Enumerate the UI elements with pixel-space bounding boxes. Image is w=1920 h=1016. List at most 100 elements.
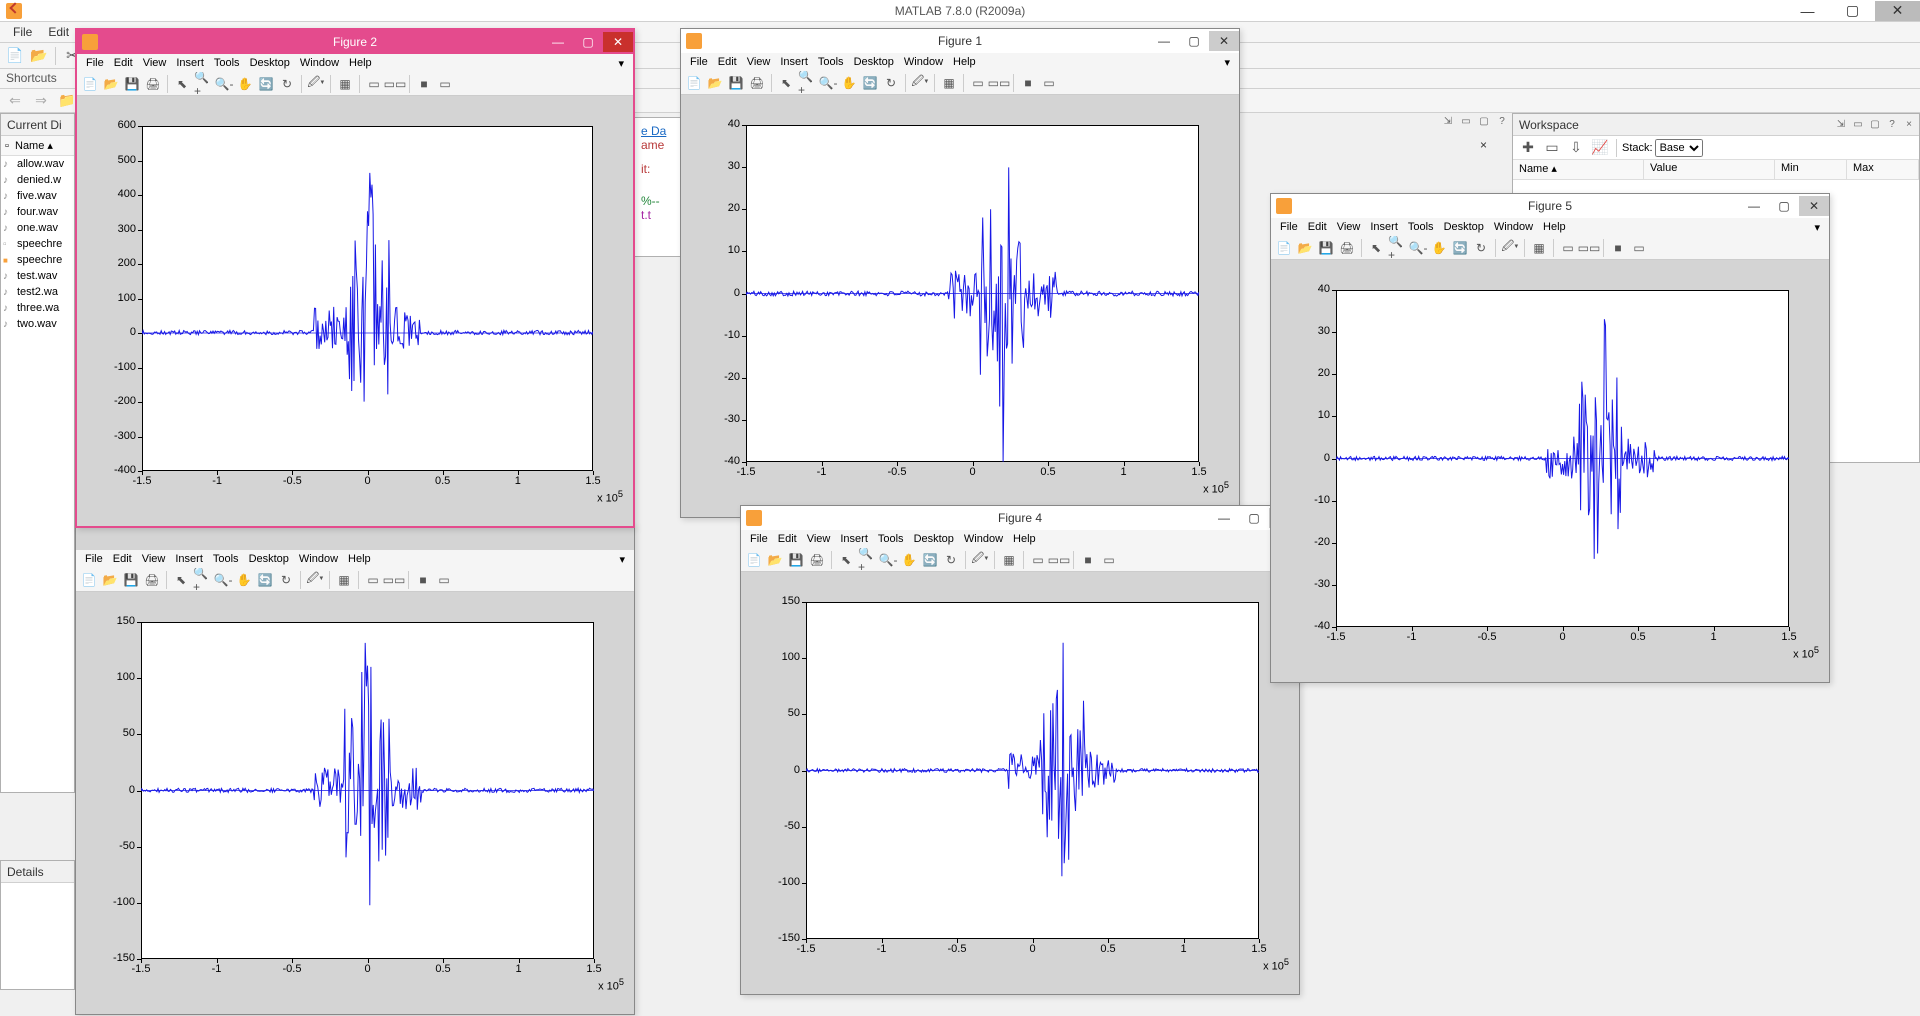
menu-desktop[interactable]: Desktop <box>244 553 294 565</box>
menu-desktop[interactable]: Desktop <box>909 533 959 545</box>
minimize-button[interactable]: — <box>1149 31 1179 51</box>
file-row[interactable]: test2.wa <box>1 284 74 300</box>
figure-3-window[interactable]: FileEditViewInsertToolsDesktopWindowHelp… <box>75 525 635 1015</box>
toolbar-icon[interactable]: ▦ <box>334 570 354 590</box>
minimize-button[interactable]: — <box>543 32 573 52</box>
help-panel-icon[interactable]: ? <box>1494 114 1510 128</box>
toolbar-icon[interactable]: 📄 <box>79 570 99 590</box>
toolbar-icon[interactable]: 📄 <box>684 73 704 93</box>
maximize-button[interactable]: ▢ <box>1239 508 1269 528</box>
file-row[interactable]: two.wav <box>1 316 74 332</box>
toolbar-icon[interactable]: ▭▭ <box>384 570 404 590</box>
menu-window[interactable]: Window <box>899 56 948 68</box>
menu-window[interactable]: Window <box>1489 221 1538 233</box>
toolbar-icon[interactable]: ⬉ <box>171 570 191 590</box>
file-column-header[interactable]: ▫Name ▴ <box>1 136 74 156</box>
toolbar-icon[interactable]: ⬉ <box>776 73 796 93</box>
menu-file[interactable]: File <box>745 533 773 545</box>
file-row[interactable]: five.wav <box>1 188 74 204</box>
toolbar-icon[interactable]: 🔍- <box>878 550 898 570</box>
open-icon[interactable]: 📂 <box>28 45 50 67</box>
maximize-button[interactable]: ▢ <box>1769 196 1799 216</box>
col-name[interactable]: Name ▴ <box>1513 160 1644 179</box>
menu-window[interactable]: Window <box>294 553 343 565</box>
col-value[interactable]: Value <box>1644 160 1775 179</box>
menu-tools[interactable]: Tools <box>873 533 909 545</box>
toolbar-icon[interactable]: 💾 <box>726 73 746 93</box>
toolbar-icon[interactable]: ✋ <box>235 74 255 94</box>
menu-help[interactable]: Help <box>1008 533 1041 545</box>
maximize-button[interactable]: ▢ <box>1179 31 1209 51</box>
toolbar-icon[interactable]: 💾 <box>121 570 141 590</box>
maximize-icon[interactable]: ▢ <box>1867 118 1883 132</box>
toolbar-icon[interactable]: ■ <box>1608 238 1628 258</box>
menu-file[interactable]: File <box>80 553 108 565</box>
menu-tools[interactable]: Tools <box>209 57 245 69</box>
minimize-button[interactable]: — <box>1785 1 1830 21</box>
dock-icon[interactable]: ▭ <box>1850 118 1866 132</box>
toolbar-icon[interactable]: 🖨 <box>747 73 767 93</box>
menu-insert[interactable]: Insert <box>775 56 813 68</box>
close-button[interactable]: ✕ <box>603 32 633 52</box>
toolbar-icon[interactable]: ▦ <box>335 74 355 94</box>
toolbar-icon[interactable]: ▭ <box>1039 73 1059 93</box>
menu-edit[interactable]: Edit <box>108 553 137 565</box>
menu-edit[interactable]: Edit <box>40 25 77 39</box>
toolbar-icon[interactable]: ▭▭ <box>1049 550 1069 570</box>
menu-tools[interactable]: Tools <box>813 56 849 68</box>
undock-icon[interactable]: ⇲ <box>1440 114 1456 128</box>
new-file-icon[interactable]: 📄 <box>4 45 26 67</box>
toolbar-icon[interactable]: 🔄 <box>256 74 276 94</box>
toolbar-icon[interactable]: 🔄 <box>1450 238 1470 258</box>
toolbar-icon[interactable]: ▭▭ <box>385 74 405 94</box>
toolbar-icon[interactable]: ↻ <box>277 74 297 94</box>
toolbar-icon[interactable]: ▭ <box>1028 550 1048 570</box>
menu-help[interactable]: Help <box>343 553 376 565</box>
minimize-button[interactable]: — <box>1209 508 1239 528</box>
menu-help[interactable]: Help <box>1538 221 1571 233</box>
toolbar-icon[interactable]: ▭ <box>434 570 454 590</box>
toolbar-icon[interactable]: ▭▭ <box>989 73 1009 93</box>
stack-select[interactable]: Base <box>1655 139 1703 157</box>
toolbar-icon[interactable]: 🔍+ <box>797 73 817 93</box>
toolbar-icon[interactable]: ▭ <box>363 570 383 590</box>
maximize-button[interactable]: ▢ <box>573 32 603 52</box>
toolbar-icon[interactable]: ■ <box>1078 550 1098 570</box>
file-row[interactable]: four.wav <box>1 204 74 220</box>
toolbar-icon[interactable]: 🔍- <box>1408 238 1428 258</box>
toolbar-icon[interactable]: 🖉▾ <box>1500 238 1520 258</box>
toolbar-icon[interactable]: 🖉▾ <box>305 570 325 590</box>
toolbar-icon[interactable]: ⬉ <box>836 550 856 570</box>
toolbar-icon[interactable]: ⬉ <box>1366 238 1386 258</box>
figure-4-window[interactable]: Figure 4 — ▢ ✕ FileEditViewInsertToolsDe… <box>740 505 1300 995</box>
toolbar-icon[interactable]: 📄 <box>744 550 764 570</box>
file-row[interactable]: speechre <box>1 236 74 252</box>
forward-icon[interactable]: ⇒ <box>30 90 52 112</box>
file-row[interactable]: one.wav <box>1 220 74 236</box>
menu-file[interactable]: File <box>81 57 109 69</box>
menu-insert[interactable]: Insert <box>835 533 873 545</box>
menu-dropdown-icon[interactable]: ▾ <box>1219 56 1235 69</box>
toolbar-icon[interactable]: ⬉ <box>172 74 192 94</box>
menu-view[interactable]: View <box>1332 221 1366 233</box>
toolbar-icon[interactable]: 💾 <box>1316 238 1336 258</box>
toolbar-icon[interactable]: ▭ <box>1558 238 1578 258</box>
toolbar-icon[interactable]: ▭ <box>435 74 455 94</box>
open-var-icon[interactable]: ▭ <box>1541 137 1563 159</box>
file-row[interactable]: speechre <box>1 252 74 268</box>
toolbar-icon[interactable]: 📄 <box>80 74 100 94</box>
menu-insert[interactable]: Insert <box>1365 221 1403 233</box>
import-icon[interactable]: ⇩ <box>1565 137 1587 159</box>
menu-edit[interactable]: Edit <box>1303 221 1332 233</box>
toolbar-icon[interactable]: ↻ <box>276 570 296 590</box>
toolbar-icon[interactable]: ▭ <box>1099 550 1119 570</box>
toolbar-icon[interactable]: 📄 <box>1274 238 1294 258</box>
toolbar-icon[interactable]: ■ <box>1018 73 1038 93</box>
editor-doc-close[interactable]: × <box>1480 138 1487 152</box>
menu-view[interactable]: View <box>802 533 836 545</box>
figure-1-titlebar[interactable]: Figure 1 — ▢ ✕ <box>681 29 1239 53</box>
dock-icon[interactable]: ▭ <box>1458 114 1474 128</box>
menu-tools[interactable]: Tools <box>208 553 244 565</box>
toolbar-icon[interactable]: 🖨 <box>807 550 827 570</box>
toolbar-icon[interactable]: 🔍- <box>214 74 234 94</box>
